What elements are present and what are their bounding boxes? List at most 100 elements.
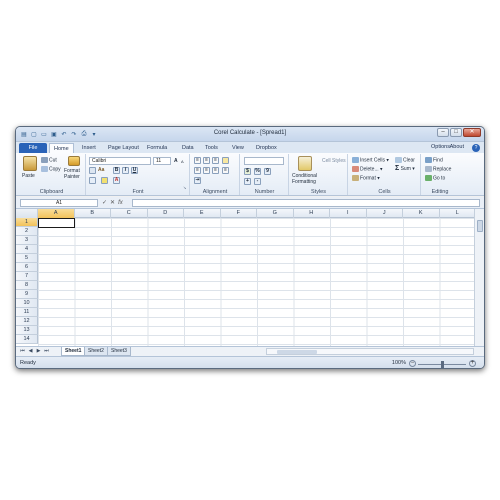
sheet-tab-1[interactable]: Sheet1 xyxy=(61,347,86,356)
text-case-icon[interactable]: Aa xyxy=(98,167,104,173)
goto-button[interactable]: Go to xyxy=(425,175,445,181)
row-header-1[interactable]: 1 xyxy=(16,218,38,227)
column-header-a[interactable]: A xyxy=(38,209,75,218)
horizontal-scroll-thumb[interactable] xyxy=(277,350,317,354)
column-header-l[interactable]: L xyxy=(440,209,476,218)
tab-file[interactable]: File xyxy=(19,143,47,153)
font-family-select[interactable]: Calibri xyxy=(89,157,151,165)
copy-button[interactable]: Copy xyxy=(41,166,61,172)
shrink-font-button[interactable]: A xyxy=(181,159,184,165)
tab-tools[interactable]: Tools xyxy=(201,143,222,153)
row-header-5[interactable]: 5 xyxy=(16,254,38,263)
tab-dropbox[interactable]: Dropbox xyxy=(252,143,281,153)
align-middle-icon[interactable]: ≡ xyxy=(203,157,210,164)
grow-font-button[interactable]: A xyxy=(174,158,178,164)
sum-button[interactable]: Σ Sum ▾ xyxy=(395,165,415,172)
comma-button[interactable]: 9 xyxy=(264,168,271,175)
font-size-select[interactable]: 11 xyxy=(153,157,171,165)
wrap-text-icon[interactable] xyxy=(222,157,229,164)
tab-view[interactable]: View xyxy=(228,143,248,153)
replace-button[interactable]: Replace xyxy=(425,166,451,172)
vertical-scroll-thumb[interactable] xyxy=(477,220,483,232)
justify-icon[interactable]: ≡ xyxy=(222,167,229,174)
next-sheet-icon[interactable]: ▶ xyxy=(35,348,42,355)
row-header-3[interactable]: 3 xyxy=(16,236,38,245)
row-header-10[interactable]: 10 xyxy=(16,299,38,308)
vertical-scrollbar[interactable] xyxy=(474,209,484,346)
help-icon[interactable]: ? xyxy=(472,144,480,152)
row-header-8[interactable]: 8 xyxy=(16,281,38,290)
format-painter-line2[interactable]: Painter xyxy=(64,174,80,180)
active-cell[interactable] xyxy=(38,218,75,228)
row-header-11[interactable]: 11 xyxy=(16,308,38,317)
align-right-icon[interactable]: ≡ xyxy=(212,167,219,174)
format-painter-icon[interactable] xyxy=(68,156,80,166)
about-link[interactable]: About xyxy=(450,142,464,153)
delete-cells-button[interactable]: Delete... ▾ xyxy=(352,166,383,172)
increase-decimal-icon[interactable]: + xyxy=(244,178,251,185)
row-header-6[interactable]: 6 xyxy=(16,263,38,272)
tab-home[interactable]: Home xyxy=(49,143,74,153)
minimize-button[interactable]: – xyxy=(437,128,449,137)
formula-input[interactable] xyxy=(132,199,480,207)
indent-icon[interactable]: ⇥ xyxy=(194,177,201,184)
column-header-k[interactable]: K xyxy=(403,209,440,218)
row-header-2[interactable]: 2 xyxy=(16,227,38,236)
select-all-corner[interactable] xyxy=(16,209,38,218)
row-header-12[interactable]: 12 xyxy=(16,317,38,326)
paste-button[interactable]: Paste xyxy=(22,173,35,179)
horizontal-scrollbar[interactable] xyxy=(266,348,474,355)
column-header-e[interactable]: E xyxy=(184,209,221,218)
sheet-tab-3[interactable]: Sheet3 xyxy=(107,347,131,356)
percent-button[interactable]: % xyxy=(254,168,261,175)
maximize-button[interactable]: □ xyxy=(450,128,462,137)
clear-button[interactable]: Clear xyxy=(395,157,415,163)
fx-icon[interactable]: fx xyxy=(118,199,123,207)
cell-area[interactable] xyxy=(38,218,474,346)
tab-formula[interactable]: Formula xyxy=(143,143,171,153)
cancel-icon[interactable]: ✕ xyxy=(110,199,115,207)
tab-insert[interactable]: Insert xyxy=(78,143,100,153)
bold-button[interactable]: B xyxy=(113,167,120,174)
italic-button[interactable]: I xyxy=(122,167,129,174)
row-header-4[interactable]: 4 xyxy=(16,245,38,254)
close-button[interactable]: ✕ xyxy=(463,128,481,137)
name-box[interactable]: A1 xyxy=(20,199,98,207)
tab-data[interactable]: Data xyxy=(178,143,198,153)
align-left-icon[interactable]: ≡ xyxy=(194,167,201,174)
row-header-13[interactable]: 13 xyxy=(16,326,38,335)
conditional-formatting-icon[interactable] xyxy=(298,156,312,171)
find-button[interactable]: Find xyxy=(425,157,443,163)
tab-page-layout[interactable]: Page Layout xyxy=(104,143,143,153)
sheet-tab-2[interactable]: Sheet2 xyxy=(84,347,108,356)
column-header-d[interactable]: D xyxy=(148,209,184,218)
column-header-j[interactable]: J xyxy=(367,209,403,218)
row-header-14[interactable]: 14 xyxy=(16,335,38,344)
cut-button[interactable]: Cut xyxy=(41,157,57,163)
column-header-b[interactable]: B xyxy=(75,209,111,218)
column-header-c[interactable]: C xyxy=(111,209,148,218)
insert-cells-button[interactable]: Insert Cells ▾ xyxy=(352,157,389,163)
first-sheet-icon[interactable]: ⏮ xyxy=(19,348,26,355)
align-top-icon[interactable]: ≡ xyxy=(194,157,201,164)
cell-styles-button[interactable]: Cell Styles xyxy=(322,158,346,164)
column-header-i[interactable]: I xyxy=(330,209,367,218)
conditional-formatting-line2[interactable]: Formatting xyxy=(292,179,316,185)
column-header-h[interactable]: H xyxy=(294,209,330,218)
align-center-icon[interactable]: ≡ xyxy=(203,167,210,174)
paste-icon[interactable] xyxy=(23,156,37,171)
underline-button[interactable]: U xyxy=(131,167,138,174)
align-bottom-icon[interactable]: ≡ xyxy=(212,157,219,164)
column-header-f[interactable]: F xyxy=(221,209,257,218)
number-format-select[interactable] xyxy=(244,157,284,165)
format-cells-button[interactable]: Format ▾ xyxy=(352,175,380,181)
border-icon[interactable] xyxy=(89,167,96,174)
font-color-icon[interactable]: A xyxy=(113,177,120,184)
row-header-7[interactable]: 7 xyxy=(16,272,38,281)
fill-color-icon[interactable] xyxy=(101,177,108,184)
borders-icon[interactable] xyxy=(89,177,96,184)
column-header-g[interactable]: G xyxy=(257,209,294,218)
options-menu[interactable]: Options xyxy=(431,142,450,153)
row-header-9[interactable]: 9 xyxy=(16,290,38,299)
decrease-decimal-icon[interactable]: - xyxy=(254,178,261,185)
